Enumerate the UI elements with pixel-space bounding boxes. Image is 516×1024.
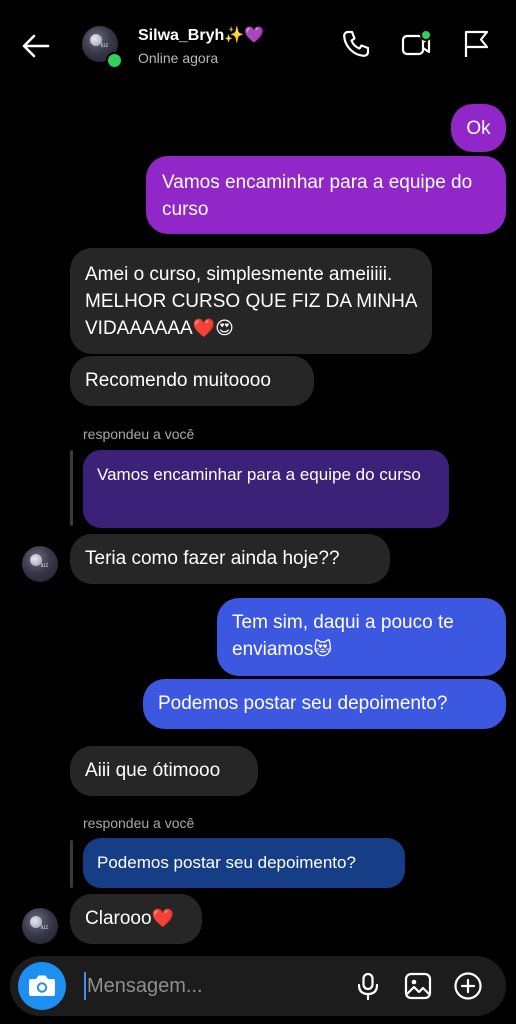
contact-name[interactable]: Silwa_Bryh✨💜 — [138, 25, 264, 45]
quoted-message[interactable]: Vamos encaminhar para a equipe do curso — [83, 450, 449, 528]
heart-eyes-cat-emoji: 😻 — [313, 639, 333, 660]
outgoing-message[interactable]: Podemos postar seu depoimento? — [143, 679, 506, 729]
heart-eyes-emoji: ❤️😍 — [192, 318, 234, 339]
camera-button[interactable] — [18, 962, 66, 1010]
incoming-message[interactable]: Clarooo❤️ — [70, 894, 202, 944]
outgoing-message[interactable]: Vamos encaminhar para a equipe do curso — [146, 156, 506, 234]
flag-icon[interactable] — [460, 28, 492, 60]
reply-label: respondeu a você — [83, 426, 195, 442]
camera-icon — [29, 975, 55, 996]
image-icon[interactable] — [403, 971, 433, 1001]
video-camera-icon[interactable] — [400, 28, 432, 60]
text-caret — [84, 972, 86, 1000]
contact-avatar-small[interactable]: luz — [22, 546, 58, 582]
incoming-message[interactable]: Recomendo muitoooo — [70, 356, 314, 406]
incoming-message[interactable]: Aiii que ótimooo — [70, 746, 258, 796]
phone-icon[interactable] — [340, 28, 372, 60]
message-composer — [10, 956, 506, 1016]
quoted-message[interactable]: Podemos postar seu depoimento? — [83, 838, 405, 888]
outgoing-message[interactable]: Tem sim, daqui a pouco te enviamos😻 — [217, 598, 506, 676]
back-arrow-icon[interactable] — [18, 28, 54, 64]
incoming-message[interactable]: Amei o curso, simplesmente ameiiiii. MEL… — [70, 248, 432, 354]
reply-bar — [70, 840, 73, 888]
microphone-icon[interactable] — [353, 971, 383, 1001]
online-indicator — [106, 52, 123, 69]
plus-circle-icon[interactable] — [453, 971, 483, 1001]
chat-header: luz Silwa_Bryh✨💜 Online agora — [0, 0, 516, 92]
contact-status: Online agora — [138, 50, 219, 66]
reply-bar — [70, 450, 73, 526]
heart-emoji: ❤️ — [151, 908, 174, 929]
message-input[interactable] — [87, 970, 337, 1002]
reply-label: respondeu a você — [83, 815, 195, 831]
incoming-message[interactable]: Teria como fazer ainda hoje?? — [70, 534, 390, 584]
outgoing-message[interactable]: Ok — [451, 104, 506, 152]
contact-avatar-small[interactable]: luz — [22, 908, 58, 944]
